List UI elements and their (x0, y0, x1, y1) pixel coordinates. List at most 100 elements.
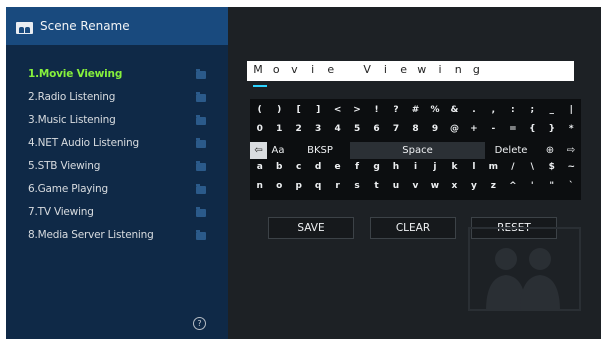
right-arrow-key[interactable]: ⇨ (561, 142, 581, 159)
key[interactable]: p (289, 181, 308, 191)
name-character: n (454, 63, 462, 76)
people-silhouette-icon (468, 227, 581, 311)
key[interactable]: l (464, 162, 483, 172)
key[interactable]: r (328, 181, 347, 191)
key[interactable]: 1 (269, 124, 288, 134)
key[interactable]: @ (445, 124, 464, 134)
key[interactable]: ^ (503, 181, 522, 191)
name-character: V (363, 63, 371, 76)
scene-icon (16, 22, 33, 34)
delete-key[interactable]: Delete (486, 142, 536, 159)
key[interactable]: c (289, 162, 308, 172)
key[interactable]: z (484, 181, 503, 191)
key[interactable]: g (367, 162, 386, 172)
key[interactable]: e (328, 162, 347, 172)
name-character: o (272, 63, 280, 76)
key[interactable]: 9 (425, 124, 444, 134)
key[interactable]: = (503, 124, 522, 134)
help-icon[interactable]: ? (193, 317, 206, 330)
key[interactable]: , (484, 105, 503, 115)
folder-icon (196, 161, 206, 171)
key[interactable]: 2 (289, 124, 308, 134)
scene-item-movie-viewing[interactable]: 1.Movie Viewing (28, 66, 224, 86)
key[interactable]: 8 (406, 124, 425, 134)
key[interactable]: s (347, 181, 366, 191)
key[interactable]: ~ (562, 162, 581, 172)
clear-button[interactable]: CLEAR (370, 217, 456, 239)
scene-item-game-playing[interactable]: 6.Game Playing (28, 181, 224, 201)
key[interactable]: ( (250, 105, 269, 115)
key[interactable]: d (308, 162, 327, 172)
key[interactable]: % (425, 105, 444, 115)
key[interactable]: ) (269, 105, 288, 115)
scene-item-stb-viewing[interactable]: 5.STB Viewing (28, 158, 224, 178)
key[interactable]: i (406, 162, 425, 172)
scene-item-net-audio-listening[interactable]: 4.NET Audio Listening (28, 135, 224, 155)
key[interactable]: a (250, 162, 269, 172)
key[interactable]: 3 (308, 124, 327, 134)
save-button[interactable]: SAVE (268, 217, 354, 239)
key[interactable]: 7 (386, 124, 405, 134)
key[interactable]: _ (542, 105, 561, 115)
key[interactable]: q (308, 181, 327, 191)
name-character: v (291, 63, 298, 76)
key[interactable]: ] (308, 105, 327, 115)
key[interactable]: u (386, 181, 405, 191)
key[interactable]: b (269, 162, 288, 172)
key[interactable]: m (484, 162, 503, 172)
key[interactable]: o (269, 181, 288, 191)
key[interactable]: | (562, 105, 581, 115)
key[interactable]: 6 (367, 124, 386, 134)
space-key[interactable]: Space (350, 142, 485, 159)
key[interactable]: + (464, 124, 483, 134)
key[interactable]: / (503, 162, 522, 172)
key[interactable]: " (542, 181, 561, 191)
key[interactable]: \ (523, 162, 542, 172)
key[interactable]: $ (542, 162, 561, 172)
key[interactable]: * (562, 124, 581, 134)
globe-icon[interactable]: ⊕ (540, 142, 560, 159)
key[interactable]: y (464, 181, 483, 191)
key[interactable]: ! (367, 105, 386, 115)
scene-item-tv-viewing[interactable]: 7.TV Viewing (28, 204, 224, 224)
key[interactable]: > (347, 105, 366, 115)
scene-item-radio-listening[interactable]: 2.Radio Listening (28, 89, 224, 109)
key[interactable]: [ (289, 105, 308, 115)
key[interactable]: ` (562, 181, 581, 191)
key[interactable]: 4 (328, 124, 347, 134)
key[interactable]: : (503, 105, 522, 115)
scene-item-media-server-listening[interactable]: 8.Media Server Listening (28, 227, 224, 247)
key[interactable]: x (445, 181, 464, 191)
folder-icon (196, 184, 206, 194)
folder-icon (196, 138, 206, 148)
key[interactable]: & (445, 105, 464, 115)
key[interactable]: t (367, 181, 386, 191)
key[interactable]: - (484, 124, 503, 134)
case-toggle-key[interactable]: Aa (267, 142, 289, 159)
key[interactable]: f (347, 162, 366, 172)
key[interactable]: { (523, 124, 542, 134)
key[interactable]: ; (523, 105, 542, 115)
key[interactable]: < (328, 105, 347, 115)
folder-icon (196, 69, 206, 79)
scene-name-field[interactable]: Movie Viewing (247, 61, 574, 81)
sidebar-header: Scene Rename (6, 7, 228, 45)
name-character: w (417, 63, 427, 76)
scene-item-music-listening[interactable]: 3.Music Listening (28, 112, 224, 132)
key[interactable]: k (445, 162, 464, 172)
key[interactable]: j (425, 162, 444, 172)
key[interactable]: . (464, 105, 483, 115)
key[interactable]: n (250, 181, 269, 191)
backspace-key[interactable]: BKSP (290, 142, 350, 159)
key[interactable]: v (406, 181, 425, 191)
key[interactable]: 5 (347, 124, 366, 134)
key[interactable]: } (542, 124, 561, 134)
key[interactable]: w (425, 181, 444, 191)
left-arrow-key[interactable]: ⇦ (250, 142, 267, 159)
key[interactable]: ' (523, 181, 542, 191)
key[interactable]: h (386, 162, 405, 172)
key[interactable]: ? (386, 105, 405, 115)
key[interactable]: 0 (250, 124, 269, 134)
scene-label: 2.Radio Listening (28, 91, 116, 103)
key[interactable]: # (406, 105, 425, 115)
